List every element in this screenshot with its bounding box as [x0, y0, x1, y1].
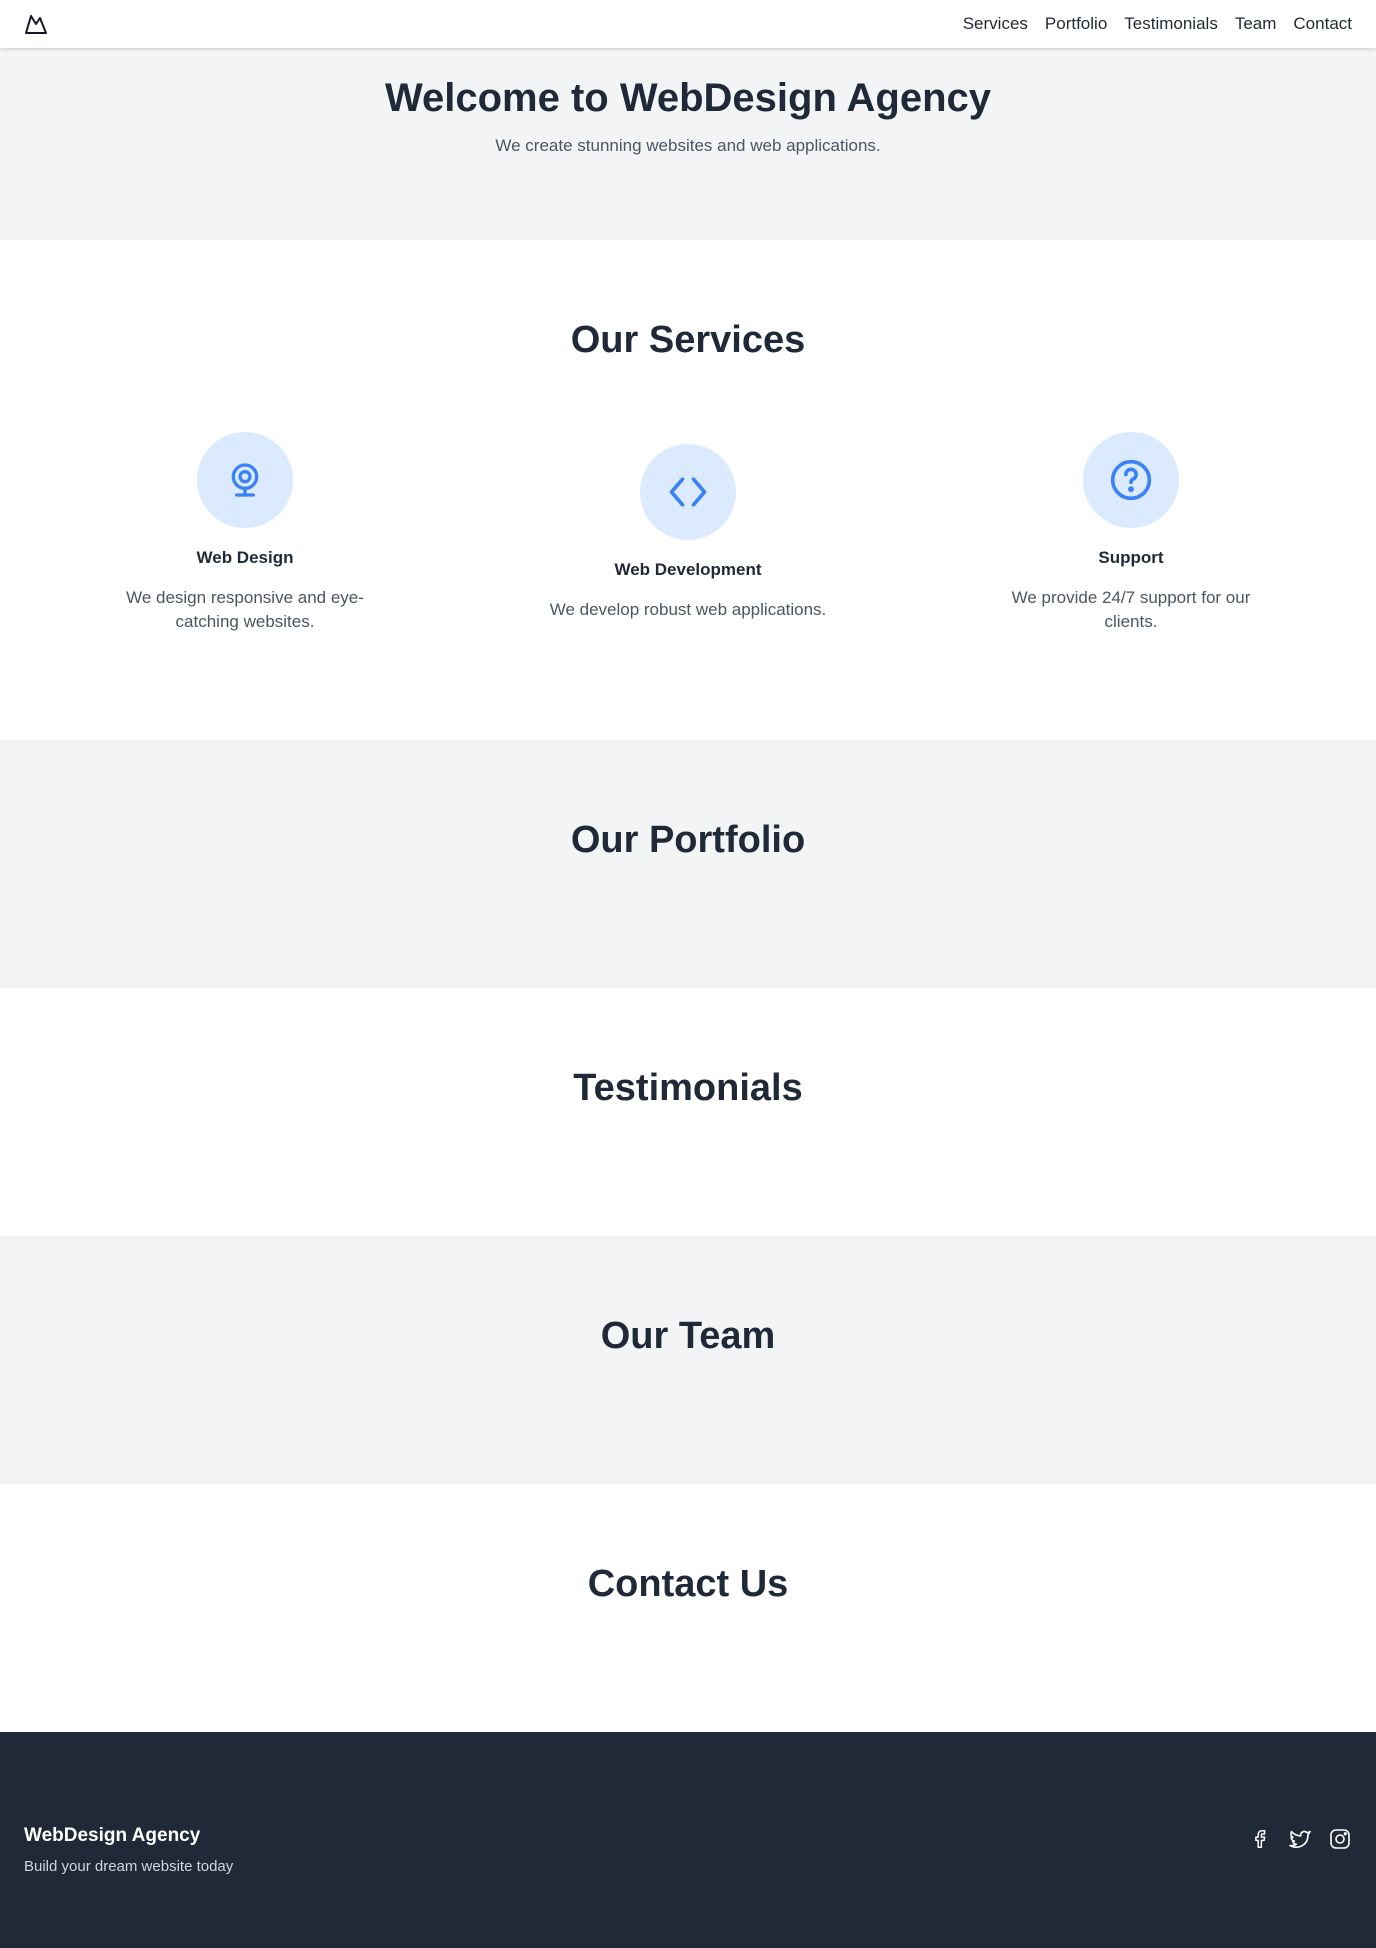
nav-links: Services Portfolio Testimonials Team Con… — [963, 14, 1352, 34]
social-links — [1248, 1827, 1352, 1851]
contact-heading: Contact Us — [587, 1563, 789, 1605]
nav-link-portfolio[interactable]: Portfolio — [1045, 14, 1107, 34]
nav-link-services[interactable]: Services — [963, 14, 1028, 34]
service-title: Support — [1098, 548, 1164, 567]
services-section: Our Services Web Design We design respon… — [0, 240, 1376, 740]
hero-title: Welcome to WebDesign Agency — [384, 76, 992, 120]
hero-subtitle: We create stunning websites and web appl… — [495, 136, 881, 155]
team-heading: Our Team — [600, 1315, 776, 1357]
nav-link-testimonials[interactable]: Testimonials — [1124, 14, 1218, 34]
team-section: Our Team — [0, 1236, 1376, 1484]
service-card-web-design: Web Design We design responsive and eye-… — [95, 432, 395, 634]
service-description: We design responsive and eye-catching we… — [126, 588, 364, 631]
nav-link-team[interactable]: Team — [1235, 14, 1277, 34]
service-card-web-development: Web Development We develop robust web ap… — [538, 444, 838, 622]
footer-brand: WebDesign Agency — [24, 1825, 201, 1846]
mountain-logo-icon[interactable] — [24, 12, 48, 36]
facebook-icon[interactable] — [1248, 1827, 1272, 1851]
services-heading: Our Services — [570, 319, 806, 361]
service-description: We provide 24/7 support for our clients. — [1011, 588, 1251, 631]
service-title: Web Development — [614, 560, 762, 579]
footer-tagline: Build your dream website today — [24, 1858, 234, 1875]
instagram-icon[interactable] — [1328, 1827, 1352, 1851]
service-card-support: Support We provide 24/7 support for our … — [981, 432, 1281, 634]
question-icon — [1083, 432, 1179, 528]
testimonials-heading: Testimonials — [573, 1067, 803, 1109]
twitter-icon[interactable] — [1288, 1827, 1312, 1851]
footer: WebDesign Agency Build your dream websit… — [0, 1732, 1376, 1948]
contact-section: Contact Us — [0, 1484, 1376, 1732]
hero-section: Welcome to WebDesign Agency We create st… — [0, 48, 1376, 240]
code-icon — [640, 444, 736, 540]
portfolio-heading: Our Portfolio — [570, 819, 806, 861]
nav-link-contact[interactable]: Contact — [1293, 14, 1352, 34]
service-description: We develop robust web applications. — [549, 600, 827, 619]
testimonials-section: Testimonials — [0, 988, 1376, 1236]
top-navbar: Services Portfolio Testimonials Team Con… — [0, 0, 1376, 48]
portfolio-section: Our Portfolio — [0, 740, 1376, 988]
service-title: Web Design — [196, 548, 294, 567]
webcam-icon — [197, 432, 293, 528]
